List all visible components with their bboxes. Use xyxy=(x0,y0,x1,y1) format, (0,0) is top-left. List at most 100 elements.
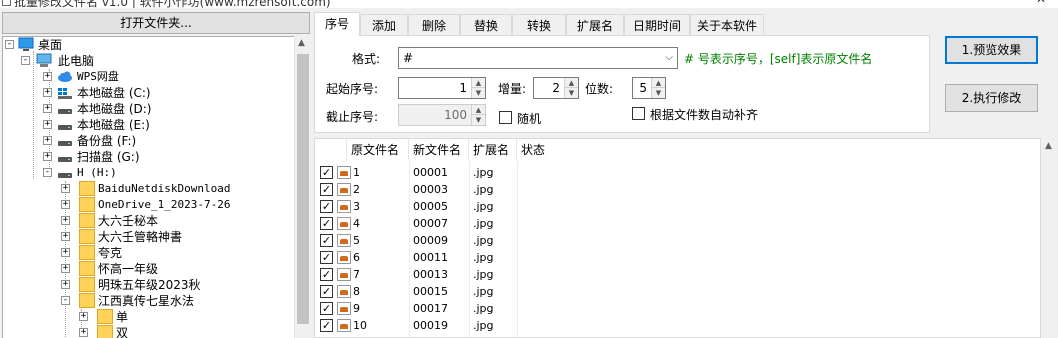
tab-convert[interactable]: 转换 xyxy=(512,14,566,36)
scroll-up-icon[interactable]: ▲ xyxy=(298,38,305,48)
list-item[interactable]: ✓ 10 00019 .jpg xyxy=(315,317,1040,334)
increment-up-icon[interactable]: ▲ xyxy=(565,78,578,88)
preview-button[interactable]: 1.预览效果 xyxy=(945,36,1038,64)
autopad-label: 根据文件数自动补齐 xyxy=(650,108,759,122)
row-checkbox[interactable]: ✓ xyxy=(320,302,333,315)
increment-up-icon: ▲ xyxy=(472,105,485,115)
windows-drive-icon xyxy=(57,85,73,100)
digits-label: 位数: xyxy=(585,82,614,96)
increment-down-icon[interactable]: ▼ xyxy=(565,88,578,98)
expand-icon[interactable]: + xyxy=(61,280,70,289)
tab-replace[interactable]: 替换 xyxy=(460,14,512,36)
row-checkbox[interactable]: ✓ xyxy=(320,200,333,213)
tree-item-label: 夸克 xyxy=(98,246,123,260)
expand-icon[interactable]: + xyxy=(61,248,70,257)
tab-delete[interactable]: 删除 xyxy=(408,14,460,36)
tree-item-label: H (H:) xyxy=(77,166,117,179)
row-checkbox[interactable]: ✓ xyxy=(320,217,333,230)
hard-drive-icon xyxy=(57,165,73,180)
expand-icon[interactable]: + xyxy=(43,88,52,97)
list-item[interactable]: ✓ 1 00001 .jpg xyxy=(315,164,1040,181)
title-bar: 批量修改文件名 v1.0 | 软件小作坊(www.mzrensoft.com) … xyxy=(0,0,1058,8)
folder-icon xyxy=(79,245,95,260)
tab-add[interactable]: 添加 xyxy=(360,14,408,36)
row-checkbox[interactable]: ✓ xyxy=(320,285,333,298)
row-checkbox[interactable]: ✓ xyxy=(320,251,333,264)
tab-datetime[interactable]: 日期时间 xyxy=(624,14,690,36)
row-checkbox[interactable]: ✓ xyxy=(320,319,333,332)
collapse-icon[interactable]: - xyxy=(43,168,52,177)
tab-sequence[interactable]: 序号 xyxy=(314,12,360,36)
column-header-original[interactable]: 原文件名 xyxy=(347,139,409,161)
tab-about[interactable]: 关于本软件 xyxy=(690,14,764,36)
list-item[interactable]: ✓ 5 00009 .jpg xyxy=(315,232,1040,249)
expand-icon[interactable]: + xyxy=(43,72,52,81)
tree-item-label: 备份盘 (F:) xyxy=(77,134,137,148)
list-item[interactable]: ✓ 3 00005 .jpg xyxy=(315,198,1040,215)
increment-up-icon[interactable]: ▲ xyxy=(652,78,665,88)
folder-tree[interactable]: - 桌面 - 此电脑 + WPS网盘 + 本地磁盘 (C:) + 本地磁盘 (D… xyxy=(2,36,294,338)
autopad-checkbox[interactable] xyxy=(632,107,645,120)
hard-drive-icon xyxy=(57,117,73,132)
column-header-status[interactable]: 状态 xyxy=(517,139,577,161)
execute-button[interactable]: 2.执行修改 xyxy=(945,84,1038,112)
expand-icon[interactable]: + xyxy=(79,328,88,337)
expand-icon[interactable]: + xyxy=(43,136,52,145)
collapse-icon[interactable]: - xyxy=(21,56,30,65)
window-title: 批量修改文件名 v1.0 | 软件小作坊(www.mzrensoft.com) xyxy=(14,0,331,8)
folder-icon xyxy=(79,277,95,292)
list-item[interactable]: ✓ 2 00003 .jpg xyxy=(315,181,1040,198)
new-name: 00019 xyxy=(413,319,448,332)
expand-icon[interactable]: + xyxy=(61,200,70,209)
chevron-down-icon[interactable]: ⌵ xyxy=(665,48,673,68)
expand-icon[interactable]: + xyxy=(43,152,52,161)
tab-extension[interactable]: 扩展名 xyxy=(566,14,624,36)
scrollbar-thumb[interactable] xyxy=(297,54,309,324)
tree-scrollbar[interactable]: ▲ xyxy=(294,36,310,338)
collapse-icon[interactable]: - xyxy=(61,296,70,305)
random-label: 随机 xyxy=(517,112,542,126)
list-item[interactable]: ✓ 4 00007 .jpg xyxy=(315,215,1040,232)
tree-item-label: 大六壬秘本 xyxy=(98,214,159,228)
expand-icon[interactable]: + xyxy=(61,232,70,241)
row-checkbox[interactable]: ✓ xyxy=(320,166,333,179)
increment-down-icon[interactable]: ▼ xyxy=(472,88,485,98)
collapse-icon[interactable]: - xyxy=(5,40,14,49)
folder-icon xyxy=(79,181,95,196)
format-combobox[interactable]: # ⌵ xyxy=(398,47,678,69)
row-checkbox[interactable]: ✓ xyxy=(320,183,333,196)
folder-icon xyxy=(97,309,113,324)
increment-up-icon[interactable]: ▲ xyxy=(472,78,485,88)
row-checkbox[interactable]: ✓ xyxy=(320,268,333,281)
row-checkbox[interactable]: ✓ xyxy=(320,234,333,247)
new-name: 00011 xyxy=(413,251,448,264)
extension: .jpg xyxy=(473,251,494,264)
increment-stepper[interactable]: 2 ▲ ▼ xyxy=(533,77,579,99)
desktop-icon xyxy=(18,37,34,52)
start-index-stepper[interactable]: 1 ▲ ▼ xyxy=(398,77,486,99)
expand-icon[interactable]: + xyxy=(43,104,52,113)
list-item[interactable]: ✓ 6 00011 .jpg xyxy=(315,249,1040,266)
open-folder-button[interactable]: 打开文件夹... xyxy=(2,12,310,34)
increment-down-icon[interactable]: ▼ xyxy=(652,88,665,98)
extension: .jpg xyxy=(473,234,494,247)
expand-icon[interactable]: + xyxy=(61,184,70,193)
expand-icon[interactable]: + xyxy=(61,216,70,225)
digits-stepper[interactable]: 5 ▲ ▼ xyxy=(632,77,666,99)
list-item[interactable]: ✓ 9 00017 .jpg xyxy=(315,300,1040,317)
expand-icon[interactable]: + xyxy=(79,312,88,321)
list-item[interactable]: ✓ 8 00015 .jpg xyxy=(315,283,1040,300)
minimize-button[interactable]: — xyxy=(986,0,998,6)
file-list[interactable]: 原文件名 新文件名 扩展名 状态 ✓ 1 00001 .jpg ✓ 2 0000… xyxy=(314,138,1041,338)
new-name: 00003 xyxy=(413,183,448,196)
column-header-new[interactable]: 新文件名 xyxy=(409,139,469,161)
close-button[interactable]: ✕ xyxy=(1036,0,1046,6)
folder-icon xyxy=(97,325,113,338)
list-scrollbar[interactable]: ▲ xyxy=(1041,138,1058,338)
expand-icon[interactable]: + xyxy=(61,264,70,273)
column-header-extension[interactable]: 扩展名 xyxy=(469,139,517,161)
expand-icon[interactable]: + xyxy=(43,120,52,129)
random-checkbox[interactable] xyxy=(499,111,512,124)
scroll-up-icon[interactable]: ▲ xyxy=(1045,141,1052,151)
list-item[interactable]: ✓ 7 00013 .jpg xyxy=(315,266,1040,283)
